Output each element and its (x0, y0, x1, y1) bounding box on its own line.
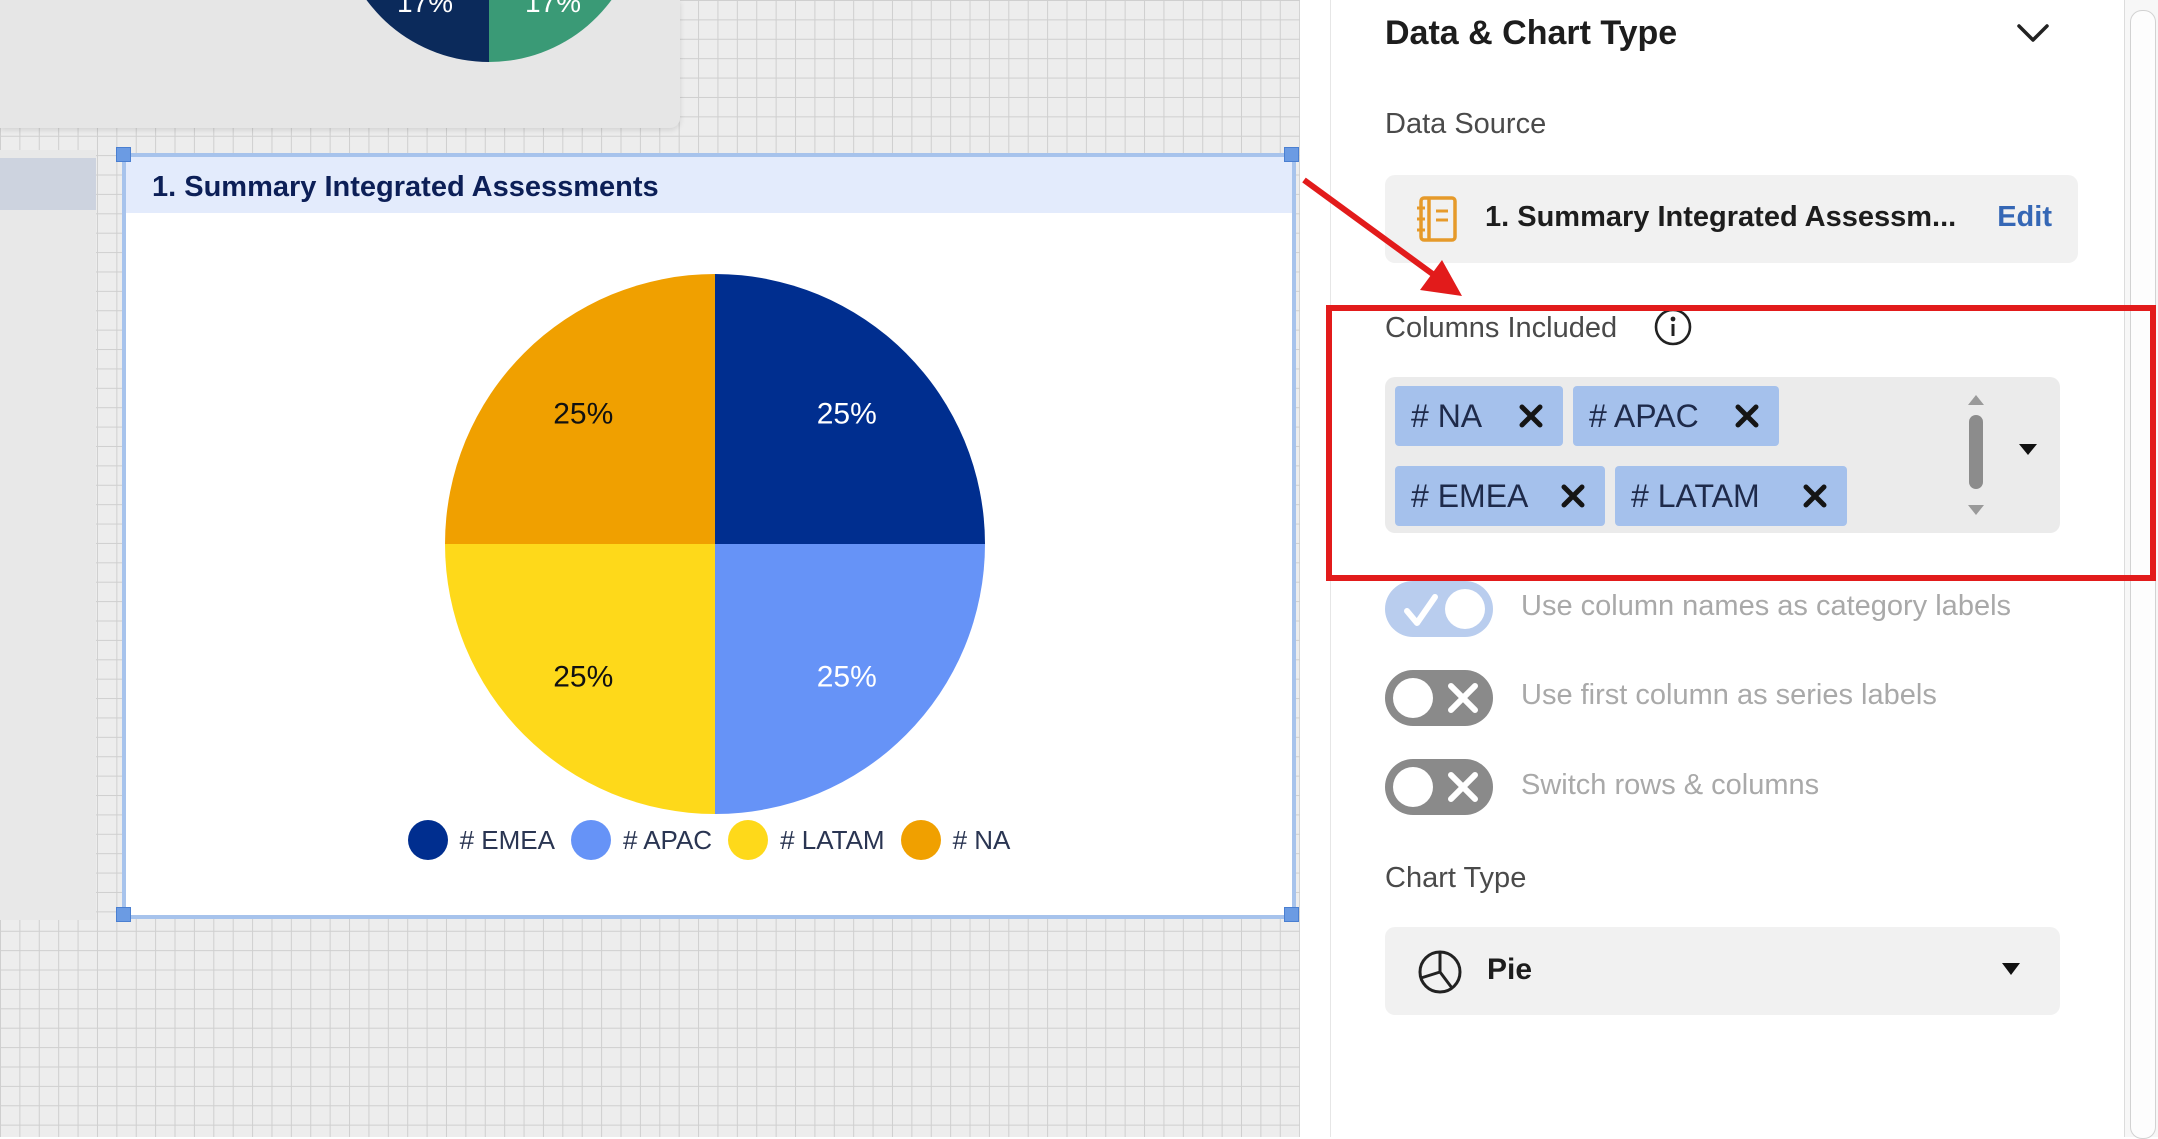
toggle-category-labels[interactable] (1385, 581, 1493, 637)
toggle-label: Use first column as series labels (1521, 679, 1937, 711)
data-source-name: 1. Summary Integrated Assessm... (1485, 201, 1957, 233)
close-icon (1393, 767, 1478, 807)
legend-item: # APAC (570, 820, 713, 860)
legend-label: # EMEA (459, 824, 555, 855)
left-chart-card[interactable] (0, 150, 96, 920)
top-chart-card[interactable]: 17% 17% (0, 0, 680, 128)
pie-chart-icon (1418, 950, 1462, 994)
caret-down-icon (2002, 963, 2020, 975)
chevron-down-icon[interactable] (2013, 18, 2053, 48)
pie-slice-label: 25% (553, 397, 613, 430)
legend-label: # LATAM (780, 824, 885, 855)
pie-slice-label: 25% (817, 397, 877, 430)
legend-item: # EMEA (407, 820, 555, 860)
legend-swatch (900, 820, 941, 860)
close-icon (1393, 678, 1478, 718)
legend-item: # LATAM (728, 820, 885, 860)
top-pie-chart: 17% 17% (366, 0, 612, 62)
notebook-icon (1417, 196, 1457, 242)
highlight-box (1326, 305, 2156, 581)
checkmark-icon (1404, 589, 1485, 629)
pie-slice-label: 17% (525, 0, 581, 18)
legend-swatch (407, 820, 448, 860)
chart-card[interactable]: 1. Summary Integrated Assessments 25% 25%… (122, 153, 1296, 919)
resize-handle-top-left[interactable] (116, 147, 131, 162)
toggle-series-labels[interactable] (1385, 670, 1493, 726)
pie-slice-label: 17% (397, 0, 453, 18)
pie-chart[interactable]: 25% 25% 25% 25% (126, 157, 1292, 915)
pie-slice-label: 25% (553, 661, 613, 694)
chart-type-select[interactable]: Pie (1385, 927, 2060, 1015)
chart-legend: # EMEA # APAC # LATAM # NA (126, 818, 1292, 862)
legend-swatch (728, 820, 769, 860)
edit-data-source-link[interactable]: Edit (1997, 201, 2052, 234)
data-source-label: Data Source (1385, 108, 1547, 140)
resize-handle-top-right[interactable] (1284, 147, 1299, 162)
left-card-header (0, 158, 96, 210)
legend-label: # APAC (622, 824, 713, 855)
canvas-area[interactable]: 17% 17% 1. Summary Integrated Assessments… (0, 0, 1300, 1137)
legend-label: # NA (952, 824, 1011, 855)
panel-title: Data & Chart Type (1385, 14, 1678, 52)
resize-handle-bottom-left[interactable] (116, 907, 131, 922)
toggle-label: Switch rows & columns (1521, 769, 1820, 801)
data-source-selector[interactable]: 1. Summary Integrated Assessm... Edit (1385, 175, 2078, 263)
chart-type-label: Chart Type (1385, 862, 1527, 894)
legend-swatch (570, 820, 611, 860)
toggle-label: Use column names as category labels (1521, 590, 2012, 622)
resize-handle-bottom-right[interactable] (1284, 907, 1299, 922)
pie-slice-label: 25% (817, 661, 877, 694)
chart-type-value: Pie (1487, 953, 1533, 986)
toggle-switch-rows-columns[interactable] (1385, 759, 1493, 815)
legend-item: # NA (900, 820, 1011, 860)
